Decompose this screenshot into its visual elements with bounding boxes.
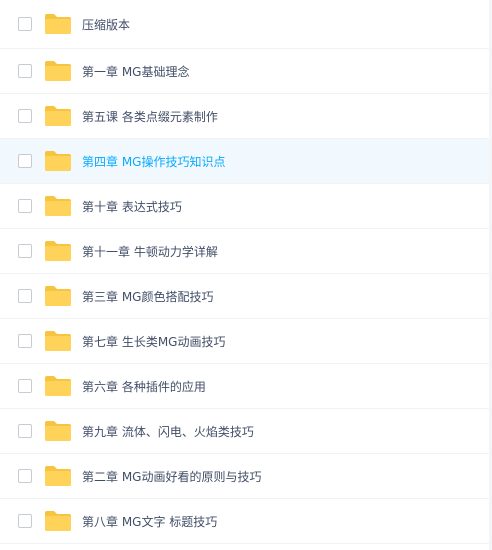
folder-icon: [45, 61, 71, 81]
folder-icon: [45, 331, 71, 351]
file-name[interactable]: 第八章 MG文字 标题技巧: [82, 513, 217, 530]
file-row-selected[interactable]: 第四章 MG操作技巧知识点: [0, 139, 492, 184]
folder-icon: [45, 466, 71, 486]
folder-icon: [45, 511, 71, 531]
row-checkbox[interactable]: [18, 154, 32, 168]
file-row[interactable]: 第十章 表达式技巧: [0, 184, 492, 229]
row-checkbox[interactable]: [18, 469, 32, 483]
folder-icon: [45, 241, 71, 261]
file-row[interactable]: 第五课 各类点缀元素制作: [0, 94, 492, 139]
file-row[interactable]: 第八章 MG文字 标题技巧: [0, 499, 492, 544]
file-name[interactable]: 第五课 各类点缀元素制作: [82, 108, 218, 125]
row-checkbox[interactable]: [18, 379, 32, 393]
row-checkbox[interactable]: [18, 514, 32, 528]
row-checkbox[interactable]: [18, 244, 32, 258]
file-row[interactable]: 第六章 各种插件的应用: [0, 364, 492, 409]
folder-icon: [45, 421, 71, 441]
file-name[interactable]: 第四章 MG操作技巧知识点: [82, 153, 225, 170]
file-name[interactable]: 第七章 生长类MG动画技巧: [82, 333, 225, 350]
row-checkbox[interactable]: [18, 199, 32, 213]
row-checkbox[interactable]: [18, 17, 32, 31]
file-name[interactable]: 第二章 MG动画好看的原则与技巧: [82, 468, 261, 485]
file-name[interactable]: 第六章 各种插件的应用: [82, 378, 206, 395]
row-checkbox[interactable]: [18, 109, 32, 123]
folder-icon: [45, 196, 71, 216]
file-row[interactable]: 第九章 流体、闪电、火焰类技巧: [0, 409, 492, 454]
file-row[interactable]: 第三章 MG颜色搭配技巧: [0, 274, 492, 319]
folder-icon: [45, 376, 71, 396]
row-checkbox[interactable]: [18, 334, 32, 348]
file-row[interactable]: 第七章 生长类MG动画技巧: [0, 319, 492, 364]
file-name[interactable]: 第一章 MG基础理念: [82, 63, 189, 80]
folder-icon: [45, 106, 71, 126]
row-checkbox[interactable]: [18, 424, 32, 438]
row-checkbox[interactable]: [18, 64, 32, 78]
file-list: 压缩版本 第一章 MG基础理念 第五课 各类点缀元素制作 第四章 MG操作技巧知…: [0, 0, 492, 550]
folder-icon: [45, 14, 71, 34]
file-name[interactable]: 压缩版本: [82, 16, 130, 33]
file-name[interactable]: 第九章 流体、闪电、火焰类技巧: [82, 423, 254, 440]
file-row[interactable]: 第一章 MG基础理念: [0, 49, 492, 94]
file-row[interactable]: 压缩版本: [0, 0, 492, 49]
file-name[interactable]: 第十章 表达式技巧: [82, 198, 182, 215]
file-row[interactable]: 第十一章 牛顿动力学详解: [0, 229, 492, 274]
file-row[interactable]: 第二章 MG动画好看的原则与技巧: [0, 454, 492, 499]
file-name[interactable]: 第十一章 牛顿动力学详解: [82, 243, 218, 260]
folder-icon: [45, 286, 71, 306]
folder-icon: [45, 151, 71, 171]
file-name[interactable]: 第三章 MG颜色搭配技巧: [82, 288, 213, 305]
row-checkbox[interactable]: [18, 289, 32, 303]
